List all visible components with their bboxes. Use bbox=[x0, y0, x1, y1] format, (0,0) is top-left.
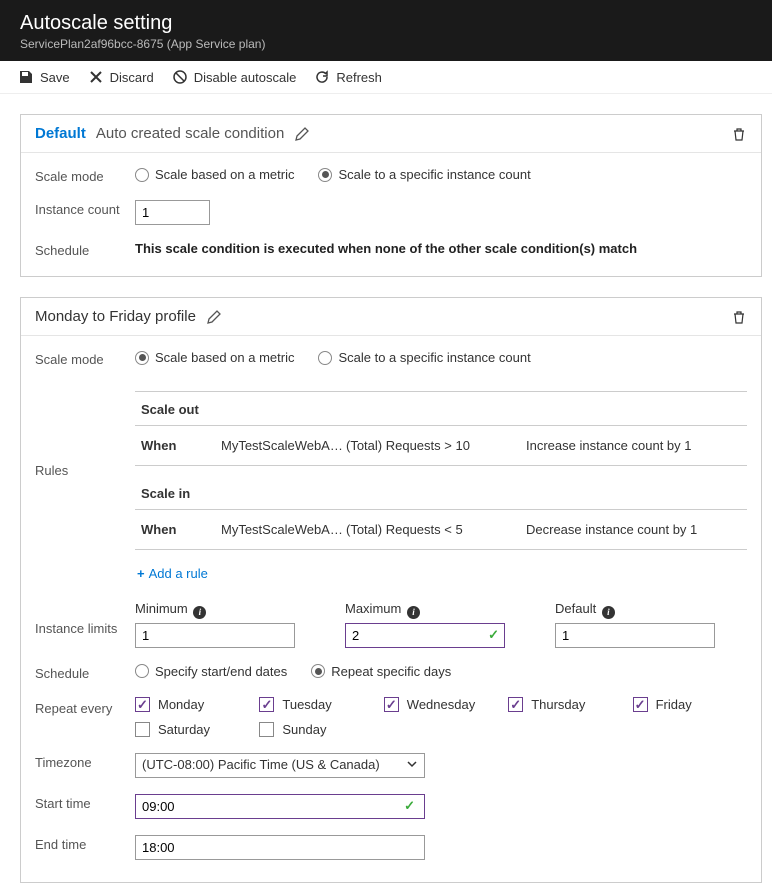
plus-icon: + bbox=[137, 566, 145, 581]
scale-out-rule[interactable]: When MyTestScaleWebA… (Total) Requests >… bbox=[135, 426, 747, 466]
edit-icon[interactable] bbox=[294, 126, 310, 142]
info-icon[interactable]: i bbox=[407, 606, 420, 619]
start-time-label: Start time bbox=[35, 794, 135, 811]
end-time-input[interactable] bbox=[135, 835, 425, 860]
save-label: Save bbox=[40, 70, 70, 85]
save-button[interactable]: Save bbox=[18, 69, 70, 85]
discard-label: Discard bbox=[110, 70, 154, 85]
default-subtitle: Auto created scale condition bbox=[96, 125, 284, 142]
start-time-input[interactable] bbox=[135, 794, 425, 819]
default-title: Default bbox=[35, 125, 86, 142]
default-label: Default i bbox=[555, 601, 715, 619]
default-input[interactable] bbox=[555, 623, 715, 648]
delete-icon[interactable] bbox=[731, 309, 747, 325]
day-sunday[interactable]: Sunday bbox=[259, 722, 373, 737]
day-tuesday[interactable]: Tuesday bbox=[259, 697, 373, 712]
toolbar: Save Discard Disable autoscale Refresh bbox=[0, 61, 772, 94]
info-icon[interactable]: i bbox=[193, 606, 206, 619]
refresh-icon bbox=[314, 69, 330, 85]
day-wednesday[interactable]: Wednesday bbox=[384, 697, 498, 712]
radio-metric[interactable]: Scale based on a metric bbox=[135, 167, 294, 182]
day-monday[interactable]: Monday bbox=[135, 697, 249, 712]
min-label: Minimum i bbox=[135, 601, 295, 619]
scale-in-head: Scale in bbox=[135, 476, 747, 510]
info-icon[interactable]: i bbox=[602, 606, 615, 619]
delete-icon[interactable] bbox=[731, 126, 747, 142]
check-icon: ✓ bbox=[488, 627, 499, 643]
repeat-label: Repeat every bbox=[35, 697, 135, 716]
scale-out-head: Scale out bbox=[135, 392, 747, 426]
radio-repeat[interactable]: Repeat specific days bbox=[311, 664, 451, 679]
radio-fixed[interactable]: Scale to a specific instance count bbox=[318, 167, 530, 182]
page-title: Autoscale setting bbox=[20, 12, 752, 35]
chevron-down-icon bbox=[406, 758, 418, 770]
rules-label: Rules bbox=[35, 383, 135, 478]
add-rule-button[interactable]: + Add a rule bbox=[137, 566, 208, 581]
instance-count-label: Instance count bbox=[35, 200, 135, 217]
disable-icon bbox=[172, 69, 188, 85]
instance-limits-label: Instance limits bbox=[35, 601, 135, 636]
day-saturday[interactable]: Saturday bbox=[135, 722, 249, 737]
radio-metric[interactable]: Scale based on a metric bbox=[135, 350, 294, 365]
disable-autoscale-button[interactable]: Disable autoscale bbox=[172, 69, 297, 85]
max-label: Maximum i bbox=[345, 601, 505, 619]
end-time-label: End time bbox=[35, 835, 135, 852]
radio-fixed[interactable]: Scale to a specific instance count bbox=[318, 350, 530, 365]
refresh-label: Refresh bbox=[336, 70, 382, 85]
scale-mode-label: Scale mode bbox=[35, 350, 135, 367]
close-icon bbox=[88, 69, 104, 85]
scale-out-table: Scale out When MyTestScaleWebA… (Total) … bbox=[135, 391, 747, 466]
scale-in-table: Scale in When MyTestScaleWebA… (Total) R… bbox=[135, 476, 747, 550]
schedule-text: This scale condition is executed when no… bbox=[135, 241, 747, 256]
profile-title: Monday to Friday profile bbox=[35, 308, 196, 325]
schedule-label: Schedule bbox=[35, 664, 135, 681]
profile-panel: Monday to Friday profile Scale mode Scal… bbox=[20, 297, 762, 883]
max-input[interactable] bbox=[345, 623, 505, 648]
instance-count-input[interactable] bbox=[135, 200, 210, 225]
discard-button[interactable]: Discard bbox=[88, 69, 154, 85]
timezone-select[interactable]: (UTC-08:00) Pacific Time (US & Canada) bbox=[135, 753, 425, 778]
min-input[interactable] bbox=[135, 623, 295, 648]
page-header: Autoscale setting ServicePlan2af96bcc-86… bbox=[0, 0, 772, 61]
scale-in-rule[interactable]: When MyTestScaleWebA… (Total) Requests <… bbox=[135, 510, 747, 550]
radio-dates[interactable]: Specify start/end dates bbox=[135, 664, 287, 679]
save-icon bbox=[18, 69, 34, 85]
edit-icon[interactable] bbox=[206, 309, 222, 325]
schedule-label: Schedule bbox=[35, 241, 135, 258]
disable-label: Disable autoscale bbox=[194, 70, 297, 85]
profile-panel-header: Monday to Friday profile bbox=[21, 298, 761, 336]
scale-mode-label: Scale mode bbox=[35, 167, 135, 184]
default-condition-panel: Default Auto created scale condition Sca… bbox=[20, 114, 762, 277]
day-friday[interactable]: Friday bbox=[633, 697, 747, 712]
timezone-label: Timezone bbox=[35, 753, 135, 770]
page-subtitle: ServicePlan2af96bcc-8675 (App Service pl… bbox=[20, 37, 752, 51]
day-thursday[interactable]: Thursday bbox=[508, 697, 622, 712]
check-icon: ✓ bbox=[404, 798, 415, 814]
default-panel-header: Default Auto created scale condition bbox=[21, 115, 761, 153]
refresh-button[interactable]: Refresh bbox=[314, 69, 382, 85]
